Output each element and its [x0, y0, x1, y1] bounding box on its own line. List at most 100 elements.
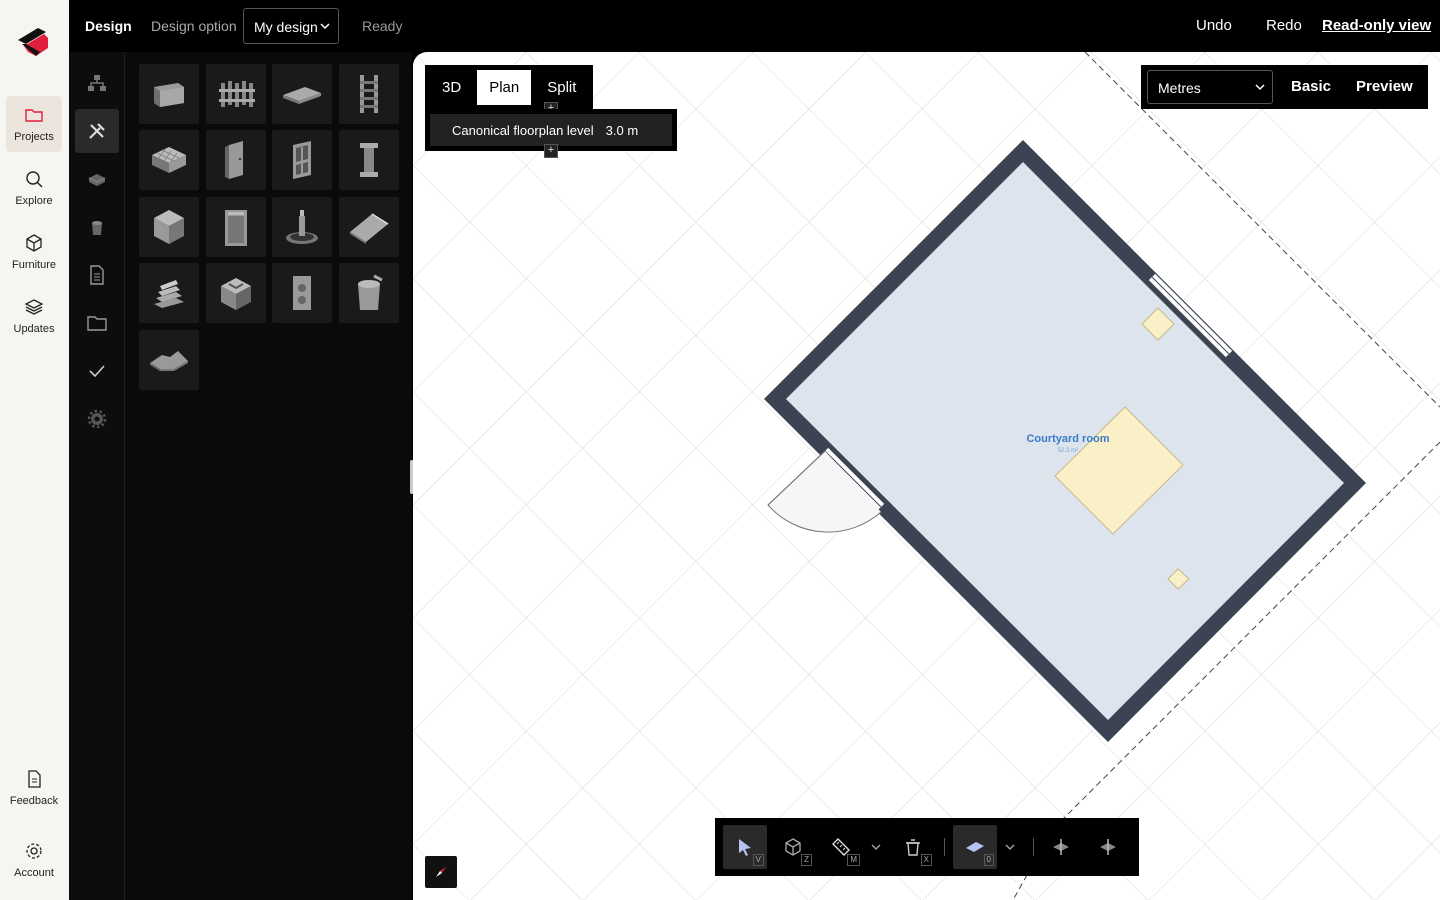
- window-icon: [293, 141, 311, 179]
- column-icon: [360, 143, 378, 177]
- catalog-paint[interactable]: [339, 263, 399, 323]
- catalog-terrain[interactable]: [139, 330, 199, 390]
- catalog-cabinet[interactable]: [206, 197, 266, 257]
- level-item[interactable]: Canonical floorplan level 3.0 m: [430, 114, 672, 146]
- units-select[interactable]: Metres: [1147, 70, 1273, 104]
- room-label[interactable]: Courtyard room: [1026, 433, 1109, 445]
- shortcut-key: V: [752, 854, 764, 866]
- view-plan-button[interactable]: Plan: [477, 69, 532, 105]
- measure-options-button[interactable]: [865, 825, 887, 869]
- shortcut-key: M: [847, 854, 860, 866]
- design-tab[interactable]: Design: [85, 18, 132, 34]
- rail-furniture[interactable]: Furniture: [6, 224, 62, 280]
- plan-canvas[interactable]: Courtyard room 52.3 m² 3D Plan Split + C…: [413, 52, 1440, 900]
- view-split-button[interactable]: Split: [535, 70, 588, 105]
- folder-icon: [25, 109, 43, 122]
- lower-floor-button[interactable]: [1039, 825, 1083, 869]
- view-controls: Metres Basic Preview: [1141, 65, 1428, 109]
- search-icon: [26, 171, 43, 188]
- document-icon: [90, 265, 104, 285]
- slab-icon: [283, 87, 321, 104]
- appliance-icon: [293, 276, 311, 310]
- roof-icon: [350, 213, 389, 244]
- delete-tool-button[interactable]: X: [891, 825, 935, 869]
- block-icon: [154, 210, 184, 244]
- catalog-window[interactable]: [272, 130, 332, 190]
- fence-icon: [219, 81, 255, 107]
- room-area: 52.3 m²: [1058, 448, 1078, 454]
- rail-label: Updates: [13, 323, 55, 335]
- door-icon: [225, 141, 243, 179]
- tool-folder[interactable]: [75, 301, 119, 345]
- catalog-stairs[interactable]: [139, 263, 199, 323]
- rail-explore[interactable]: Explore: [6, 160, 62, 216]
- redo-button[interactable]: Redo: [1266, 17, 1302, 34]
- ladder-icon: [360, 75, 378, 113]
- terrain-icon: [150, 351, 188, 371]
- catalog-column[interactable]: [339, 130, 399, 190]
- tool-settings[interactable]: [75, 397, 119, 441]
- shortcut-key: 0: [983, 854, 994, 866]
- catalog-panel: [125, 52, 412, 900]
- catalog-grid-slab[interactable]: [139, 130, 199, 190]
- tools-icon: [89, 123, 105, 139]
- checkmark-icon: [89, 365, 105, 378]
- tool-hierarchy[interactable]: [75, 61, 119, 105]
- undo-button[interactable]: Undo: [1196, 17, 1232, 34]
- catalog-block[interactable]: [139, 197, 199, 257]
- chevron-down-icon: [1005, 844, 1015, 850]
- stairs-icon: [154, 280, 184, 308]
- design-option-select[interactable]: My design: [243, 8, 339, 44]
- document-icon: [28, 770, 41, 788]
- rail-label: Feedback: [9, 795, 59, 807]
- cabinet-icon: [225, 210, 247, 246]
- catalog-wall[interactable]: [139, 64, 199, 124]
- chevron-down-icon: [320, 23, 330, 30]
- read-only-view-link[interactable]: Read-only view: [1322, 17, 1431, 34]
- floor-options-button[interactable]: [999, 825, 1021, 869]
- rail-account[interactable]: Account: [6, 832, 62, 888]
- room-block-icon: [221, 278, 251, 310]
- catalog-fountain[interactable]: [272, 197, 332, 257]
- basic-button[interactable]: Basic: [1291, 78, 1331, 95]
- preview-button[interactable]: Preview: [1356, 78, 1413, 95]
- upper-floor-button[interactable]: [1086, 825, 1130, 869]
- orbit-tool-button[interactable]: Z: [771, 825, 815, 869]
- tool-paint[interactable]: [75, 205, 119, 249]
- rail-projects[interactable]: Projects: [6, 96, 62, 152]
- catalog-fence[interactable]: [206, 64, 266, 124]
- compass-icon: [436, 867, 446, 877]
- floor-tool-button[interactable]: 0: [953, 825, 997, 869]
- top-bar: Design Design option My design Ready Und…: [69, 0, 1440, 52]
- catalog-door[interactable]: [206, 130, 266, 190]
- add-level-below-button[interactable]: +: [544, 144, 558, 158]
- tool-materials[interactable]: [75, 157, 119, 201]
- gear-icon: [87, 409, 107, 429]
- catalog-ladder[interactable]: [339, 64, 399, 124]
- units-value: Metres: [1158, 80, 1201, 96]
- chevron-down-icon: [871, 844, 881, 850]
- paint-can-icon: [358, 274, 383, 310]
- design-option-value: My design: [254, 19, 318, 35]
- tool-build[interactable]: [75, 109, 119, 153]
- view-3d-button[interactable]: 3D: [430, 70, 473, 105]
- compass-button[interactable]: [425, 856, 457, 888]
- rail-feedback[interactable]: Feedback: [6, 760, 62, 816]
- rail-label: Projects: [14, 131, 54, 143]
- catalog-room-block[interactable]: [206, 263, 266, 323]
- status-text: Ready: [362, 18, 403, 34]
- measure-tool-button[interactable]: M: [819, 825, 863, 869]
- bottom-toolbar: V Z M X 0: [715, 818, 1139, 876]
- app-logo[interactable]: [14, 22, 54, 62]
- catalog-slab[interactable]: [272, 64, 332, 124]
- catalog-roof[interactable]: [339, 197, 399, 257]
- tool-document[interactable]: [75, 253, 119, 297]
- folder-icon: [87, 316, 107, 331]
- grid-block-icon: [152, 147, 186, 173]
- tool-check[interactable]: [75, 349, 119, 393]
- catalog-appliance[interactable]: [272, 263, 332, 323]
- rail-label: Account: [14, 867, 54, 879]
- brick-icon: [88, 174, 106, 186]
- rail-updates[interactable]: Updates: [6, 288, 62, 344]
- select-tool-button[interactable]: V: [723, 825, 767, 869]
